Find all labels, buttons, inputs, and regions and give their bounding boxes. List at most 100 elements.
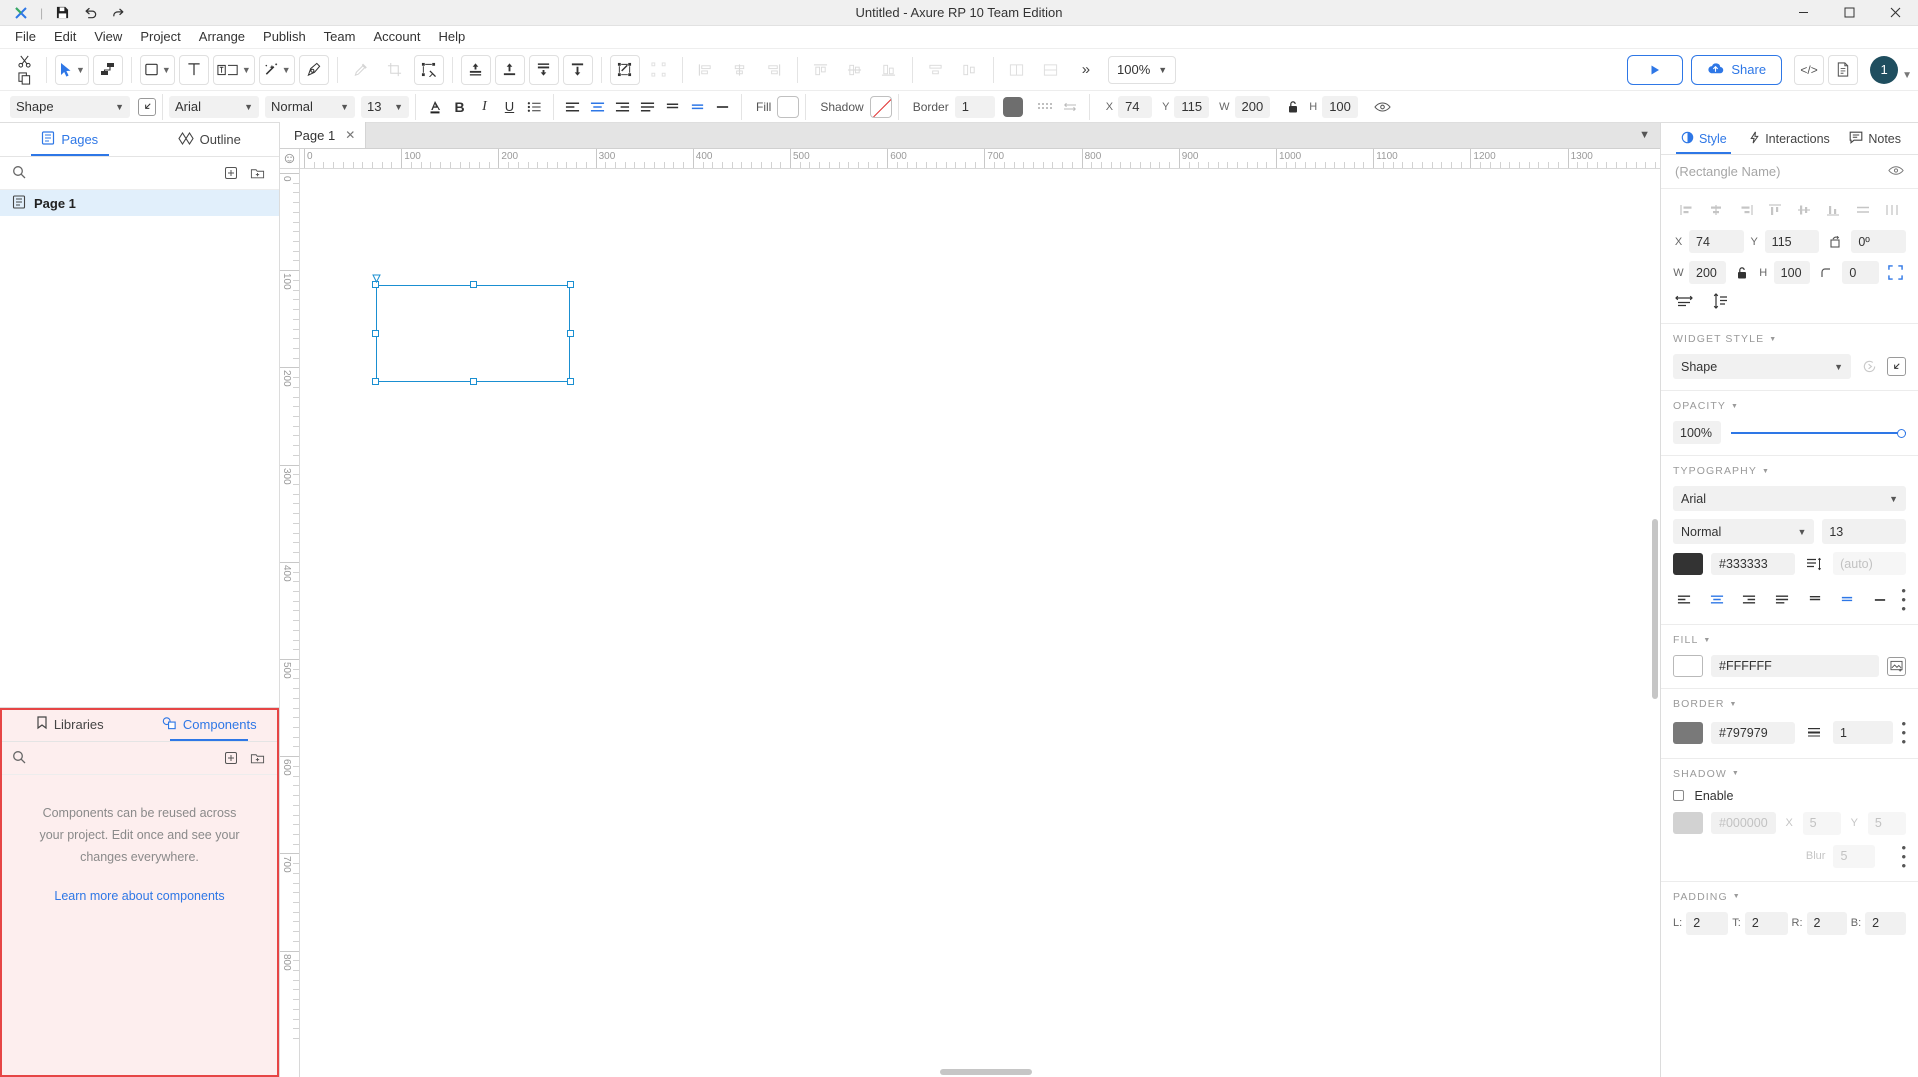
fill-image-icon[interactable]	[1887, 657, 1906, 676]
tab-notes[interactable]: Notes	[1832, 123, 1918, 154]
connector-tool[interactable]	[93, 55, 123, 85]
canvas-tab-close-icon[interactable]: ✕	[345, 128, 355, 142]
add-folder-icon[interactable]	[247, 163, 267, 183]
border-color-swatch-inspector[interactable]	[1673, 722, 1703, 744]
shadow-section-title[interactable]: SHADOW ▼	[1673, 768, 1906, 780]
rectangle-tool-chevron-icon[interactable]: ▼	[162, 65, 171, 75]
horizontal-scrollbar-thumb[interactable]	[940, 1069, 1032, 1075]
bring-to-front-tool[interactable]	[495, 55, 525, 85]
add-component-icon[interactable]	[221, 748, 241, 768]
canvas-tab-page-1[interactable]: Page 1 ✕	[280, 122, 366, 148]
maximize-button[interactable]	[1826, 0, 1872, 26]
ungroup-tool[interactable]	[644, 55, 674, 85]
inspector-corner-radius-input[interactable]: 0	[1842, 261, 1879, 284]
align-right-button[interactable]	[610, 95, 635, 119]
inspector-align-middle-icon[interactable]	[1792, 200, 1816, 220]
opacity-collapse-icon[interactable]: ▼	[1731, 403, 1739, 410]
border-more-icon[interactable]: •••	[1901, 719, 1906, 746]
selection-handle[interactable]	[372, 330, 379, 337]
app-logo-icon[interactable]	[8, 2, 34, 24]
shadow-more-icon[interactable]: •••	[1901, 843, 1906, 870]
inspector-font-size-input[interactable]: 13	[1822, 519, 1906, 544]
w-input[interactable]: 200	[1235, 96, 1271, 118]
menu-item-team[interactable]: Team	[315, 26, 365, 48]
tab-libraries[interactable]: Libraries	[0, 708, 140, 741]
zoom-select[interactable]: 100% ▼	[1108, 56, 1176, 84]
border-collapse-icon[interactable]: ▼	[1730, 701, 1738, 708]
align-top-button[interactable]	[660, 95, 685, 119]
components-search-icon[interactable]	[12, 750, 26, 767]
selection-handle[interactable]	[470, 378, 477, 385]
eyedropper-tool[interactable]	[346, 55, 376, 85]
widget-visibility-eye-icon[interactable]	[1888, 164, 1904, 179]
font-family-chevron-icon[interactable]: ▼	[244, 102, 253, 112]
avatar-chevron-icon[interactable]: ▼	[1902, 70, 1912, 81]
inspector-h-input[interactable]: 100	[1774, 261, 1811, 284]
inspector-distribute-h-icon[interactable]	[1851, 200, 1875, 220]
align-bottom-tool[interactable]	[874, 55, 904, 85]
menu-item-view[interactable]: View	[85, 26, 131, 48]
bullet-list-button[interactable]	[522, 95, 547, 119]
border-style-picker-icon[interactable]	[1803, 722, 1825, 744]
inspector-align-left-icon[interactable]	[1675, 200, 1699, 220]
align-left-button[interactable]	[560, 95, 585, 119]
align-top-tool[interactable]	[806, 55, 836, 85]
inspector-vertical-align-top-icon[interactable]	[1804, 590, 1826, 610]
border-width-input[interactable]: 1	[955, 96, 995, 118]
copy-icon[interactable]	[16, 71, 32, 86]
share-button[interactable]: Share	[1691, 55, 1782, 85]
fill-collapse-icon[interactable]: ▼	[1703, 637, 1711, 644]
widget-name-input[interactable]: (Rectangle Name)	[1675, 164, 1781, 179]
font-color-button[interactable]	[422, 95, 447, 119]
widget-style-collapse-icon[interactable]: ▼	[1769, 336, 1777, 343]
rotation-handle[interactable]	[372, 274, 381, 286]
handoff-document-button[interactable]	[1828, 55, 1858, 85]
inspector-w-input[interactable]: 200	[1689, 261, 1726, 284]
font-weight-select[interactable]: Normal ▼	[265, 96, 355, 118]
padding-collapse-icon[interactable]: ▼	[1733, 893, 1741, 900]
shadow-y-input[interactable]: 5	[1868, 812, 1906, 835]
cut-icon[interactable]	[16, 54, 32, 69]
underline-button[interactable]: U	[497, 95, 522, 119]
inspect-code-button[interactable]: </>	[1794, 55, 1824, 85]
font-weight-chevron-icon[interactable]: ▼	[340, 102, 349, 112]
shadow-color-swatch-inspector[interactable]	[1673, 812, 1703, 834]
bring-forward-tool[interactable]	[461, 55, 491, 85]
text-tool[interactable]	[179, 55, 209, 85]
select-tool[interactable]: ▼	[55, 55, 89, 85]
y-input[interactable]: 115	[1174, 96, 1209, 118]
ruler-origin-button[interactable]	[280, 149, 300, 169]
send-to-back-tool[interactable]	[563, 55, 593, 85]
inspector-font-weight-select[interactable]: Normal ▼	[1673, 519, 1814, 544]
inspector-font-family-select[interactable]: Arial ▼	[1673, 486, 1906, 511]
pen-tool[interactable]	[299, 55, 329, 85]
border-section-title[interactable]: BORDER ▼	[1673, 698, 1906, 710]
tab-style[interactable]: Style	[1661, 123, 1747, 154]
x-input[interactable]: 74	[1118, 96, 1152, 118]
selection-handle[interactable]	[372, 378, 379, 385]
tab-components[interactable]: Components	[140, 708, 280, 741]
h-input[interactable]: 100	[1322, 96, 1358, 118]
align-bottom-button[interactable]	[710, 95, 735, 119]
send-backward-tool[interactable]	[529, 55, 559, 85]
padding-section-title[interactable]: PADDING ▼	[1673, 891, 1906, 903]
learn-more-link[interactable]: Learn more about components	[0, 889, 279, 903]
tab-outline[interactable]: Outline	[140, 123, 280, 156]
zoom-chevron-icon[interactable]: ▼	[1158, 65, 1167, 75]
inspector-align-right-icon[interactable]	[1734, 200, 1758, 220]
inspector-text-align-justify-icon[interactable]	[1771, 590, 1793, 610]
align-middle-tool[interactable]	[840, 55, 870, 85]
search-icon[interactable]	[12, 165, 26, 182]
selection-handle[interactable]	[567, 330, 574, 337]
inspector-align-bottom-icon[interactable]	[1821, 200, 1845, 220]
magic-wand-tool[interactable]: ▼	[259, 55, 295, 85]
select-tool-chevron-icon[interactable]: ▼	[76, 65, 85, 75]
shadow-collapse-icon[interactable]: ▼	[1732, 770, 1740, 777]
menu-item-edit[interactable]: Edit	[45, 26, 85, 48]
font-color-hex-input[interactable]: #333333	[1711, 553, 1795, 575]
shadow-enable-checkbox[interactable]	[1673, 790, 1684, 801]
align-center-tool[interactable]	[725, 55, 755, 85]
font-family-select[interactable]: Arial ▼	[169, 96, 259, 118]
italic-button[interactable]: I	[472, 95, 497, 119]
padding-right-input[interactable]: 2	[1807, 912, 1847, 935]
